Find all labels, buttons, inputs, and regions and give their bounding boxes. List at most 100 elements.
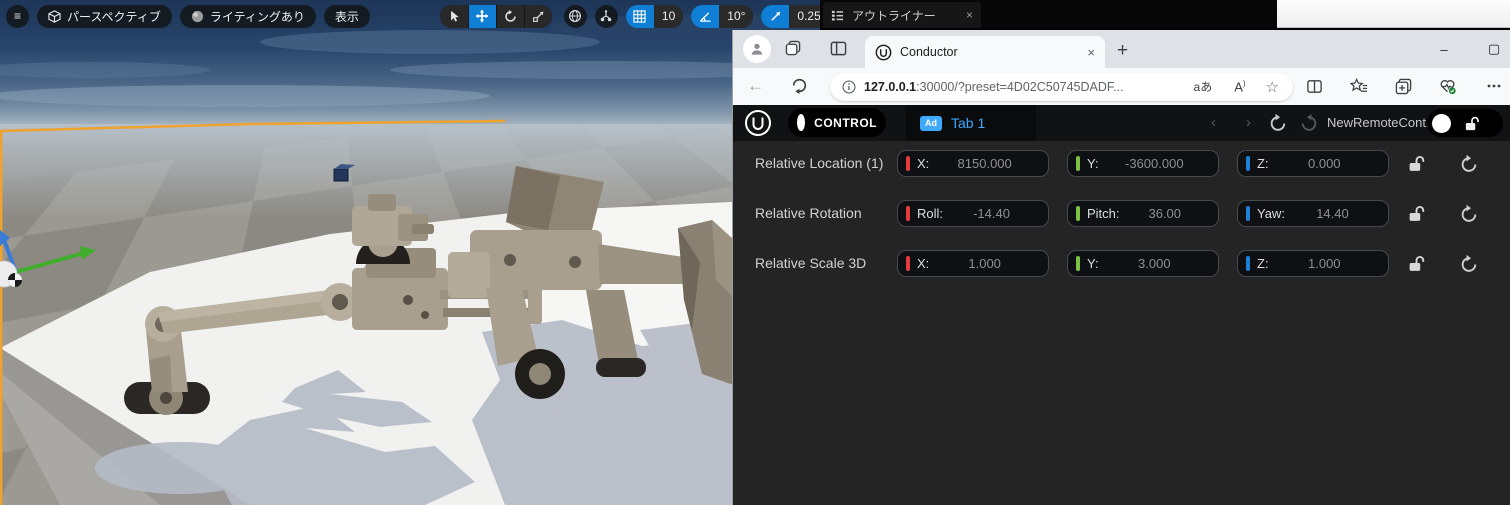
app-header: CONTROL Ad Tab 1 ‹ › NewRemoteCont... bbox=[733, 105, 1510, 141]
property-row: Relative Scale 3D X: 1.000 Y: 3.000 Z: 1… bbox=[733, 250, 1510, 277]
url-text[interactable]: 127.0.0.1:30000/?preset=4D02C50745DADF..… bbox=[864, 80, 1124, 94]
angle-icon bbox=[699, 11, 711, 22]
tab-close-button[interactable]: × bbox=[1087, 45, 1095, 60]
axis-value[interactable]: -14.40 bbox=[943, 206, 1040, 221]
favorite-star-button[interactable]: ☆ bbox=[1266, 78, 1279, 96]
scale-field-z[interactable]: Z: 1.000 bbox=[1237, 250, 1389, 277]
redo-button[interactable] bbox=[1299, 113, 1318, 132]
workspaces-button[interactable] bbox=[785, 40, 802, 57]
preset-name[interactable]: NewRemoteCont... bbox=[1327, 115, 1437, 130]
axis-value[interactable]: 3.000 bbox=[1099, 256, 1210, 271]
row-lock-button[interactable] bbox=[1407, 154, 1426, 173]
floating-cube[interactable] bbox=[333, 164, 355, 182]
grid-snap-value[interactable]: 10 bbox=[653, 4, 684, 28]
axis-value[interactable]: -3600.000 bbox=[1099, 156, 1210, 171]
browser-essentials-button[interactable] bbox=[1439, 78, 1457, 95]
rotation-field-yaw[interactable]: Yaw: 14.40 bbox=[1237, 200, 1389, 227]
undo-button[interactable] bbox=[1269, 113, 1288, 132]
scale-tool-button[interactable] bbox=[523, 4, 552, 28]
tab-title: Conductor bbox=[900, 45, 958, 59]
back-button[interactable]: ← bbox=[747, 76, 764, 96]
scale-field-y[interactable]: Y: 3.000 bbox=[1067, 250, 1219, 277]
outliner-list-icon bbox=[831, 10, 844, 21]
viewport-scene bbox=[0, 14, 820, 505]
lit-mode-button[interactable]: ライティングあり bbox=[179, 4, 316, 28]
control-toggle-knob[interactable] bbox=[797, 114, 806, 131]
axis-color-bar bbox=[1076, 206, 1080, 221]
world-space-button[interactable] bbox=[563, 4, 587, 28]
unreal-logo-icon bbox=[745, 110, 771, 136]
axis-value[interactable]: 36.00 bbox=[1120, 206, 1210, 221]
vector-field-y[interactable]: Y: -3600.000 bbox=[1067, 150, 1219, 177]
transform-gizmo[interactable] bbox=[0, 230, 96, 288]
remote-control-app: CONTROL Ad Tab 1 ‹ › NewRemoteCont... Re… bbox=[733, 105, 1510, 505]
angle-snap-button[interactable] bbox=[691, 4, 720, 28]
move-tool-button[interactable] bbox=[467, 4, 496, 28]
reset-icon bbox=[1461, 154, 1477, 172]
snap-icon bbox=[601, 9, 612, 22]
read-aloud-button[interactable]: A) bbox=[1234, 79, 1245, 94]
select-tool-button[interactable] bbox=[439, 4, 468, 28]
axis-value[interactable]: 0.000 bbox=[1269, 156, 1380, 171]
row-reset-button[interactable] bbox=[1460, 204, 1479, 223]
sphere-icon bbox=[191, 10, 203, 22]
perspective-button[interactable]: パースペクティブ bbox=[37, 4, 172, 28]
scale-field-x[interactable]: X: 1.000 bbox=[897, 250, 1049, 277]
axis-value[interactable]: 14.40 bbox=[1285, 206, 1380, 221]
axis-color-bar bbox=[906, 156, 910, 171]
control-label: CONTROL bbox=[814, 115, 877, 130]
axis-color-bar bbox=[1246, 256, 1250, 271]
axis-value[interactable]: 8150.000 bbox=[929, 156, 1040, 171]
rotate-tool-button[interactable] bbox=[495, 4, 524, 28]
property-label: Relative Scale 3D bbox=[755, 255, 867, 271]
favorites-button[interactable] bbox=[1350, 78, 1368, 95]
tab-1[interactable]: Ad Tab 1 bbox=[906, 105, 1036, 141]
property-row: Relative Rotation Roll: -14.40 Pitch: 36… bbox=[733, 200, 1510, 227]
axis-color-bar bbox=[1246, 156, 1250, 171]
outliner-tab[interactable]: アウトライナー × bbox=[823, 2, 981, 28]
row-lock-button[interactable] bbox=[1407, 254, 1426, 273]
translate-button[interactable]: aあ bbox=[1194, 78, 1213, 95]
angle-snap-value[interactable]: 10° bbox=[719, 4, 754, 28]
outliner-tab-label: アウトライナー bbox=[852, 8, 936, 23]
tab-1-label: Tab 1 bbox=[951, 115, 986, 131]
lock-toggle-knob[interactable] bbox=[1432, 113, 1451, 133]
unreal-viewport[interactable]: ≡ パースペクティブ ライティングあり 表示 10 10° 0.25 bbox=[0, 0, 820, 505]
row-reset-button[interactable] bbox=[1460, 254, 1479, 273]
screen: ≡ パースペクティブ ライティングあり 表示 10 10° 0.25 アウトライ… bbox=[0, 0, 1510, 505]
lock-toggle[interactable] bbox=[1427, 109, 1503, 137]
property-label: Relative Rotation bbox=[755, 205, 862, 221]
rotation-field-roll[interactable]: Roll: -14.40 bbox=[897, 200, 1049, 227]
axis-value[interactable]: 1.000 bbox=[1269, 256, 1380, 271]
collections-button[interactable] bbox=[1395, 78, 1412, 95]
tab-scroll-left-button[interactable]: ‹ bbox=[1211, 114, 1216, 131]
row-lock-button[interactable] bbox=[1407, 204, 1426, 223]
vector-field-z[interactable]: Z: 0.000 bbox=[1237, 150, 1389, 177]
refresh-button[interactable] bbox=[791, 77, 808, 94]
show-button[interactable]: 表示 bbox=[323, 4, 370, 28]
browser-menu-button[interactable] bbox=[1486, 78, 1502, 94]
row-reset-button[interactable] bbox=[1460, 154, 1479, 173]
rotation-field-pitch[interactable]: Pitch: 36.00 bbox=[1067, 200, 1219, 227]
reset-icon bbox=[1461, 254, 1477, 272]
browser-tab-conductor[interactable]: Conductor × bbox=[865, 36, 1105, 68]
control-toggle[interactable]: CONTROL bbox=[788, 108, 886, 137]
maximize-button[interactable]: ▢ bbox=[1473, 30, 1510, 68]
minimize-button[interactable]: – bbox=[1423, 30, 1465, 68]
vector-field-x[interactable]: X: 8150.000 bbox=[897, 150, 1049, 177]
grid-snap-button[interactable] bbox=[625, 4, 654, 28]
redo-icon bbox=[1301, 113, 1317, 131]
scale-snap-button[interactable] bbox=[761, 4, 790, 28]
site-info-icon[interactable] bbox=[842, 79, 856, 94]
outliner-tab-close[interactable]: × bbox=[966, 8, 973, 22]
tab-scroll-right-button[interactable]: › bbox=[1246, 114, 1251, 131]
browser-profile-button[interactable] bbox=[743, 35, 771, 63]
viewport-menu-button[interactable]: ≡ bbox=[6, 4, 29, 28]
scale-snap-value[interactable]: 0.25 bbox=[789, 4, 820, 28]
new-tab-button[interactable]: + bbox=[1117, 40, 1128, 62]
axis-value[interactable]: 1.000 bbox=[929, 256, 1040, 271]
surface-snapping-button[interactable] bbox=[594, 4, 618, 28]
split-screen-button[interactable] bbox=[1306, 78, 1323, 95]
address-bar[interactable]: 127.0.0.1:30000/?preset=4D02C50745DADF..… bbox=[830, 72, 1293, 101]
tab-actions-button[interactable] bbox=[830, 40, 847, 57]
